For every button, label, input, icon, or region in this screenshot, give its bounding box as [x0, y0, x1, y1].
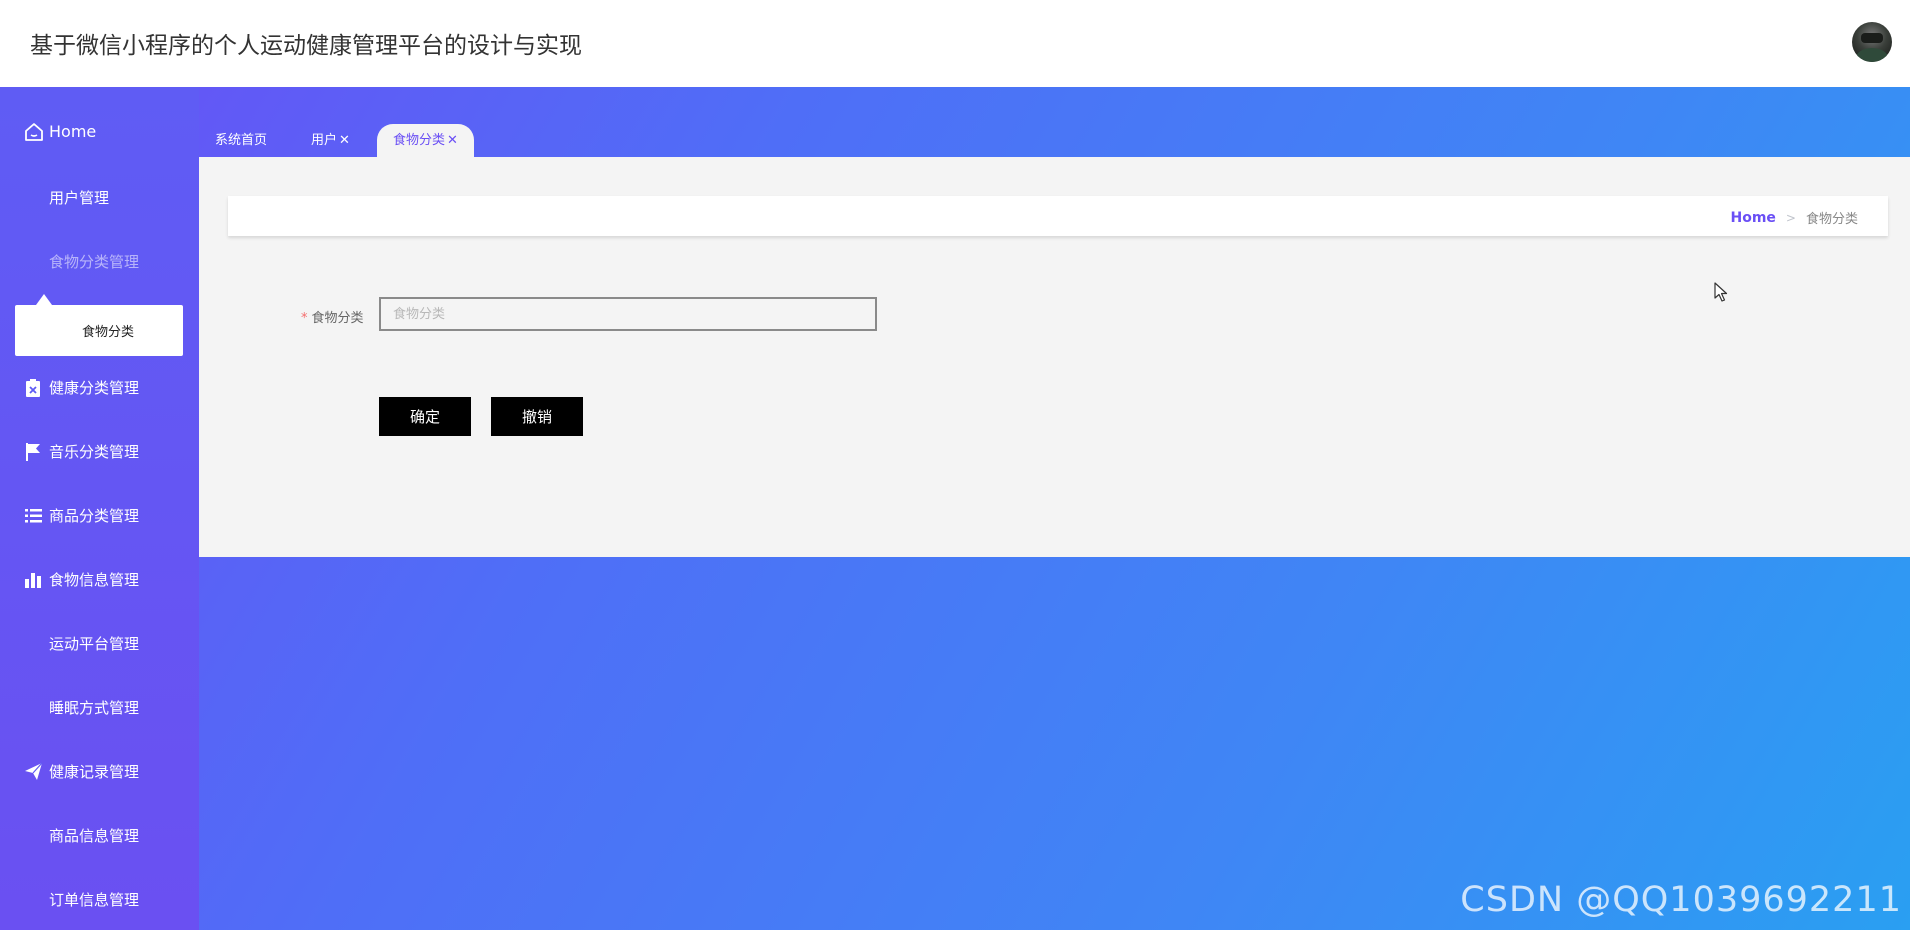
breadcrumb-home-link[interactable]: Home [1731, 210, 1776, 226]
cancel-button[interactable]: 撤销 [491, 397, 583, 436]
tab-users[interactable]: 用户 ✕ [311, 124, 350, 157]
tab-label: 食物分类 [393, 133, 446, 148]
sidebar-item-label: 运动平台管理 [49, 634, 140, 653]
sidebar-item-label: 健康记录管理 [49, 762, 140, 781]
submenu-pointer [36, 294, 52, 305]
breadcrumb-current: 食物分类 [1805, 212, 1858, 227]
tab-home[interactable]: 系统首页 [215, 124, 267, 157]
sidebar-item-product-info[interactable]: 商品信息管理 [24, 823, 139, 847]
mouse-cursor-icon [1714, 282, 1728, 302]
sidebar-item-health-records[interactable]: 健康记录管理 [24, 759, 139, 783]
grid-nine-icon [24, 890, 43, 909]
sidebar-item-food-category[interactable]: 食物分类管理 [24, 249, 139, 273]
watermark: CSDN @QQ1039692211 [1460, 880, 1902, 920]
breadcrumb-bar: Home > 食物分类 [228, 196, 1888, 236]
sidebar-item-order-info[interactable]: 订单信息管理 [24, 887, 139, 911]
food-category-label: * 食物分类 [301, 307, 364, 326]
main-content: Home > 食物分类 *食物分类 确定 撤销 [199, 157, 1910, 557]
clipboard-icon [24, 378, 43, 397]
sidebar-item-product-category[interactable]: 商品分类管理 [24, 503, 139, 527]
field-label-text: 食物分类 [311, 311, 364, 326]
top-header: 基于微信小程序的个人运动健康管理平台的设计与实现 [0, 0, 1910, 87]
grid-icon [24, 252, 43, 271]
home-icon [24, 122, 43, 141]
sidebar-item-label: 睡眠方式管理 [49, 698, 140, 717]
grid-icon [24, 698, 43, 717]
sidebar-item-food-info[interactable]: 食物信息管理 [24, 567, 139, 591]
sidebar-item-sleep-mode[interactable]: 睡眠方式管理 [24, 695, 139, 719]
sidebar: Home 用户管理 食物分类管理 食物分类 健康分类管理 音乐分类管理 商品分类… [0, 87, 199, 930]
breadcrumb: Home > 食物分类 [1731, 208, 1859, 228]
bar-chart-icon [24, 570, 43, 589]
sidebar-item-home[interactable]: Home [24, 119, 96, 143]
app-title: 基于微信小程序的个人运动健康管理平台的设计与实现 [30, 33, 582, 59]
grid-icon [24, 188, 43, 207]
sidebar-item-label: Home [49, 121, 97, 141]
breadcrumb-separator: > [1785, 210, 1796, 225]
sidebar-item-health-category[interactable]: 健康分类管理 [24, 375, 139, 399]
submenu-item-food-category[interactable]: 食物分类 [82, 321, 134, 340]
flag-icon [24, 442, 43, 461]
app-root: 基于微信小程序的个人运动健康管理平台的设计与实现 Home 用户管理 食物分类管… [0, 0, 1910, 930]
tab-label: 用户 [311, 133, 338, 148]
confirm-button[interactable]: 确定 [379, 397, 471, 436]
sidebar-item-label: 健康分类管理 [49, 378, 140, 397]
tab-food-category[interactable]: 食物分类 ✕ [377, 124, 474, 157]
sidebar-item-music-category[interactable]: 音乐分类管理 [24, 439, 139, 463]
sidebar-item-label: 音乐分类管理 [49, 442, 140, 461]
sidebar-item-label: 食物信息管理 [49, 570, 140, 589]
sidebar-item-label: 食物分类管理 [49, 252, 140, 271]
close-icon[interactable]: ✕ [447, 133, 458, 148]
sidebar-item-label: 商品信息管理 [49, 826, 140, 845]
food-category-input[interactable] [379, 297, 877, 331]
grid-icon [24, 634, 43, 653]
grid-icon [24, 826, 43, 845]
required-mark: * [301, 311, 308, 326]
sidebar-item-label: 订单信息管理 [49, 890, 140, 909]
paper-plane-icon [24, 762, 43, 781]
sidebar-item-label: 商品分类管理 [49, 506, 140, 525]
sidebar-item-label: 用户管理 [49, 188, 110, 207]
avatar[interactable] [1852, 22, 1892, 62]
sidebar-item-users[interactable]: 用户管理 [24, 185, 109, 209]
list-icon [24, 506, 43, 525]
sidebar-item-sports-platform[interactable]: 运动平台管理 [24, 631, 139, 655]
submenu-food-category: 食物分类 [15, 305, 183, 356]
close-icon[interactable]: ✕ [339, 133, 350, 148]
tab-label: 系统首页 [215, 133, 268, 148]
